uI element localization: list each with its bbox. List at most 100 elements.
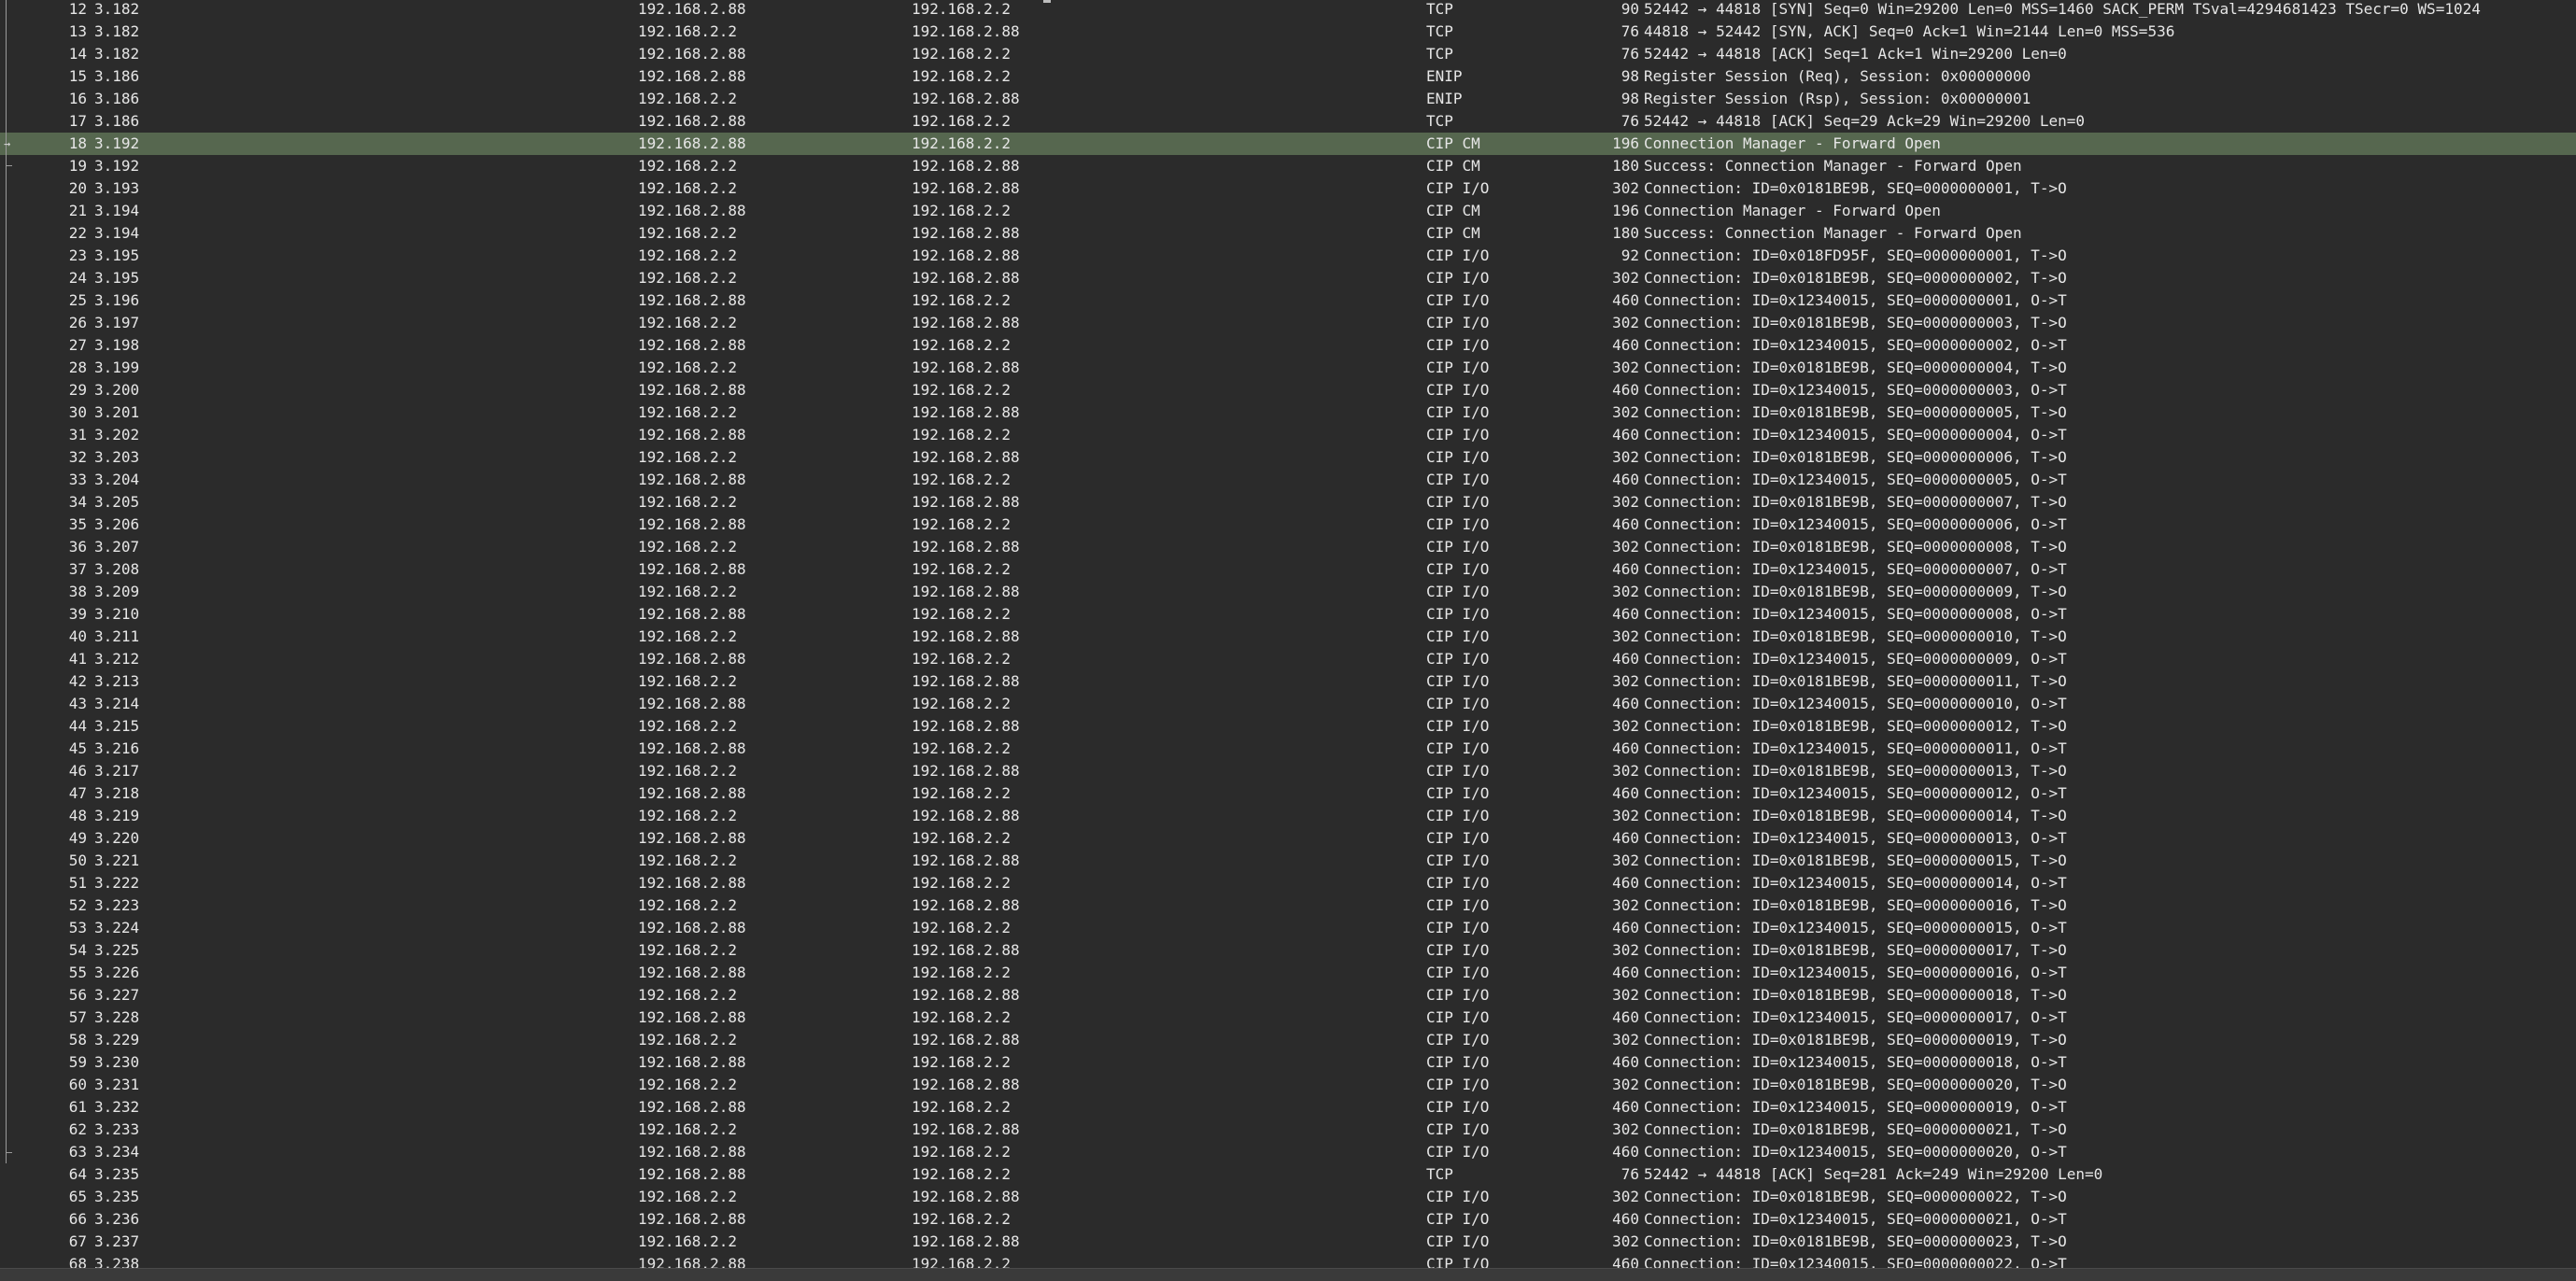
packet-number: 15 [68, 67, 87, 85]
packet-source: 192.168.2.88 [638, 1165, 746, 1183]
packet-protocol: CIP I/O [1426, 538, 1490, 556]
packet-row[interactable]: 65 3.235 192.168.2.2 192.168.2.88 CIP I/O 302… [0, 1186, 2576, 1208]
packet-row[interactable]: 48 3.219 192.168.2.2 192.168.2.88 CIP I/O 302… [0, 805, 2576, 827]
packet-row[interactable]: 56 3.227 192.168.2.2 192.168.2.88 CIP I/O 302… [0, 984, 2576, 1006]
packet-time: 3.186 [94, 90, 140, 107]
packet-row[interactable]: 13 3.182 192.168.2.2 192.168.2.88 TCP 76 44818… [0, 21, 2576, 43]
packet-row[interactable]: 36 3.207 192.168.2.2 192.168.2.88 CIP I/O 302… [0, 536, 2576, 558]
packet-destination: 192.168.2.88 [912, 314, 1020, 331]
packet-source: 192.168.2.2 [638, 1120, 737, 1138]
packet-row[interactable]: → 18 3.192 192.168.2.88 192.168.2.2 CIP CM 196… [0, 133, 2576, 155]
packet-source: 192.168.2.2 [638, 1232, 737, 1250]
packet-source: 192.168.2.88 [638, 650, 746, 668]
packet-length: 460 [1612, 1053, 1639, 1071]
packet-row[interactable]: 26 3.197 192.168.2.2 192.168.2.88 CIP I/O 302… [0, 312, 2576, 334]
packet-length: 302 [1612, 269, 1639, 287]
packet-info: Connection: ID=0x12340015, SEQ=000000001… [1644, 919, 2067, 936]
packet-row[interactable]: 37 3.208 192.168.2.88 192.168.2.2 CIP I/O 460… [0, 558, 2576, 581]
packet-row[interactable]: 35 3.206 192.168.2.88 192.168.2.2 CIP I/O 460… [0, 514, 2576, 536]
packet-row[interactable]: 34 3.205 192.168.2.2 192.168.2.88 CIP I/O 302… [0, 491, 2576, 514]
packet-list[interactable]: 12 3.182 192.168.2.88 192.168.2.2 TCP 90 52442… [0, 0, 2576, 1275]
packet-row[interactable]: 32 3.203 192.168.2.2 192.168.2.88 CIP I/O 302… [0, 446, 2576, 469]
packet-row[interactable]: 53 3.224 192.168.2.88 192.168.2.2 CIP I/O 460… [0, 917, 2576, 939]
packet-row[interactable]: 29 3.200 192.168.2.88 192.168.2.2 CIP I/O 460… [0, 379, 2576, 401]
packet-row[interactable]: 49 3.220 192.168.2.88 192.168.2.2 CIP I/O 460… [0, 827, 2576, 850]
packet-row[interactable]: 54 3.225 192.168.2.2 192.168.2.88 CIP I/O 302… [0, 939, 2576, 962]
packet-row[interactable]: 51 3.222 192.168.2.88 192.168.2.2 CIP I/O 460… [0, 872, 2576, 894]
packet-info: Connection: ID=0x12340015, SEQ=000000000… [1644, 650, 2067, 668]
packet-row[interactable]: 41 3.212 192.168.2.88 192.168.2.2 CIP I/O 460… [0, 648, 2576, 670]
packet-row[interactable]: 21 3.194 192.168.2.88 192.168.2.2 CIP CM 196 C… [0, 200, 2576, 222]
packet-row[interactable]: 67 3.237 192.168.2.2 192.168.2.88 CIP I/O 302… [0, 1231, 2576, 1253]
packet-info: Connection: ID=0x12340015, SEQ=000000000… [1644, 291, 2067, 309]
packet-row[interactable]: 28 3.199 192.168.2.2 192.168.2.88 CIP I/O 302… [0, 357, 2576, 379]
packet-destination: 192.168.2.88 [912, 493, 1020, 511]
packet-row[interactable]: 15 3.186 192.168.2.88 192.168.2.2 ENIP 98 Regi… [0, 65, 2576, 88]
packet-row[interactable]: 38 3.209 192.168.2.2 192.168.2.88 CIP I/O 302… [0, 581, 2576, 603]
packet-destination: 192.168.2.88 [912, 896, 1020, 914]
packet-row[interactable]: 61 3.232 192.168.2.88 192.168.2.2 CIP I/O 460… [0, 1096, 2576, 1119]
packet-row[interactable]: 27 3.198 192.168.2.88 192.168.2.2 CIP I/O 460… [0, 334, 2576, 357]
packet-row[interactable]: 57 3.228 192.168.2.88 192.168.2.2 CIP I/O 460… [0, 1006, 2576, 1029]
packet-number: 55 [68, 964, 87, 981]
packet-protocol: CIP CM [1426, 202, 1480, 219]
packet-row[interactable]: 31 3.202 192.168.2.88 192.168.2.2 CIP I/O 460… [0, 424, 2576, 446]
packet-number: 44 [68, 717, 87, 735]
packet-row[interactable]: 40 3.211 192.168.2.2 192.168.2.88 CIP I/O 302… [0, 626, 2576, 648]
packet-row[interactable]: 16 3.186 192.168.2.2 192.168.2.88 ENIP 98 Regi… [0, 88, 2576, 110]
packet-row[interactable]: 46 3.217 192.168.2.2 192.168.2.88 CIP I/O 302… [0, 760, 2576, 782]
packet-info: Connection: ID=0x0181BE9B, SEQ=000000001… [1644, 717, 2067, 735]
packet-length: 302 [1612, 762, 1639, 780]
packet-row[interactable]: 25 3.196 192.168.2.88 192.168.2.2 CIP I/O 460… [0, 289, 2576, 312]
packet-row[interactable]: 44 3.215 192.168.2.2 192.168.2.88 CIP I/O 302… [0, 715, 2576, 738]
packet-row[interactable]: 45 3.216 192.168.2.88 192.168.2.2 CIP I/O 460… [0, 738, 2576, 760]
packet-source: 192.168.2.2 [638, 493, 737, 511]
packet-row[interactable]: 55 3.226 192.168.2.88 192.168.2.2 CIP I/O 460… [0, 962, 2576, 984]
packet-row[interactable]: 63 3.234 192.168.2.88 192.168.2.2 CIP I/O 460… [0, 1141, 2576, 1163]
packet-row[interactable]: 14 3.182 192.168.2.88 192.168.2.2 TCP 76 52442… [0, 43, 2576, 65]
packet-time: 3.200 [94, 381, 140, 399]
packet-row[interactable]: 42 3.213 192.168.2.2 192.168.2.88 CIP I/O 302… [0, 670, 2576, 693]
packet-protocol: CIP CM [1426, 134, 1480, 152]
packet-row[interactable]: 12 3.182 192.168.2.88 192.168.2.2 TCP 90 52442… [0, 0, 2576, 21]
packet-length: 180 [1612, 224, 1639, 242]
packet-info: Connection: ID=0x12340015, SEQ=000000001… [1644, 1053, 2067, 1071]
packet-row[interactable]: 62 3.233 192.168.2.2 192.168.2.88 CIP I/O 302… [0, 1119, 2576, 1141]
packet-row[interactable]: 39 3.210 192.168.2.88 192.168.2.2 CIP I/O 460… [0, 603, 2576, 626]
packet-source: 192.168.2.2 [638, 1188, 737, 1205]
packet-row[interactable]: 47 3.218 192.168.2.88 192.168.2.2 CIP I/O 460… [0, 782, 2576, 805]
packet-row[interactable]: 64 3.235 192.168.2.88 192.168.2.2 TCP 76 52442… [0, 1163, 2576, 1186]
packet-row[interactable]: 43 3.214 192.168.2.88 192.168.2.2 CIP I/O 460… [0, 693, 2576, 715]
packet-source: 192.168.2.88 [638, 739, 746, 757]
packet-time: 3.182 [94, 0, 140, 18]
horizontal-scrollbar[interactable] [0, 1268, 2576, 1281]
packet-length: 460 [1612, 695, 1639, 712]
packet-number: 66 [68, 1210, 87, 1228]
packet-row[interactable]: 19 3.192 192.168.2.2 192.168.2.88 CIP CM 180 S… [0, 155, 2576, 177]
packet-row[interactable]: 58 3.229 192.168.2.2 192.168.2.88 CIP I/O 302… [0, 1029, 2576, 1051]
packet-info: Connection: ID=0x12340015, SEQ=000000000… [1644, 560, 2067, 578]
packet-time: 3.224 [94, 919, 140, 936]
packet-row[interactable]: 23 3.195 192.168.2.2 192.168.2.88 CIP I/O 92 C… [0, 245, 2576, 267]
packet-row[interactable]: 50 3.221 192.168.2.2 192.168.2.88 CIP I/O 302… [0, 850, 2576, 872]
packet-length: 460 [1612, 829, 1639, 847]
packet-row[interactable]: 22 3.194 192.168.2.2 192.168.2.88 CIP CM 180 S… [0, 222, 2576, 245]
packet-row[interactable]: 52 3.223 192.168.2.2 192.168.2.88 CIP I/O 302… [0, 894, 2576, 917]
packet-row[interactable]: 33 3.204 192.168.2.88 192.168.2.2 CIP I/O 460… [0, 469, 2576, 491]
column-resize-handle[interactable] [1043, 0, 1051, 3]
packet-info: Connection: ID=0x0181BE9B, SEQ=000000001… [1644, 627, 2067, 645]
packet-destination: 192.168.2.2 [912, 784, 1011, 802]
packet-row[interactable]: 60 3.231 192.168.2.2 192.168.2.88 CIP I/O 302… [0, 1074, 2576, 1096]
packet-row[interactable]: 30 3.201 192.168.2.2 192.168.2.88 CIP I/O 302… [0, 401, 2576, 424]
packet-source: 192.168.2.88 [638, 0, 746, 18]
packet-protocol: CIP I/O [1426, 739, 1490, 757]
packet-row[interactable]: 24 3.195 192.168.2.2 192.168.2.88 CIP I/O 302… [0, 267, 2576, 289]
packet-row[interactable]: 20 3.193 192.168.2.2 192.168.2.88 CIP I/O 302… [0, 177, 2576, 200]
packet-row[interactable]: 66 3.236 192.168.2.88 192.168.2.2 CIP I/O 460… [0, 1208, 2576, 1231]
packet-source: 192.168.2.88 [638, 45, 746, 63]
packet-info: Register Session (Req), Session: 0x00000… [1644, 67, 2031, 85]
packet-info: Connection: ID=0x0181BE9B, SEQ=000000000… [1644, 448, 2067, 466]
packet-length: 460 [1612, 336, 1639, 354]
packet-row[interactable]: 59 3.230 192.168.2.88 192.168.2.2 CIP I/O 460… [0, 1051, 2576, 1074]
packet-row[interactable]: 17 3.186 192.168.2.88 192.168.2.2 TCP 76 52442… [0, 110, 2576, 133]
